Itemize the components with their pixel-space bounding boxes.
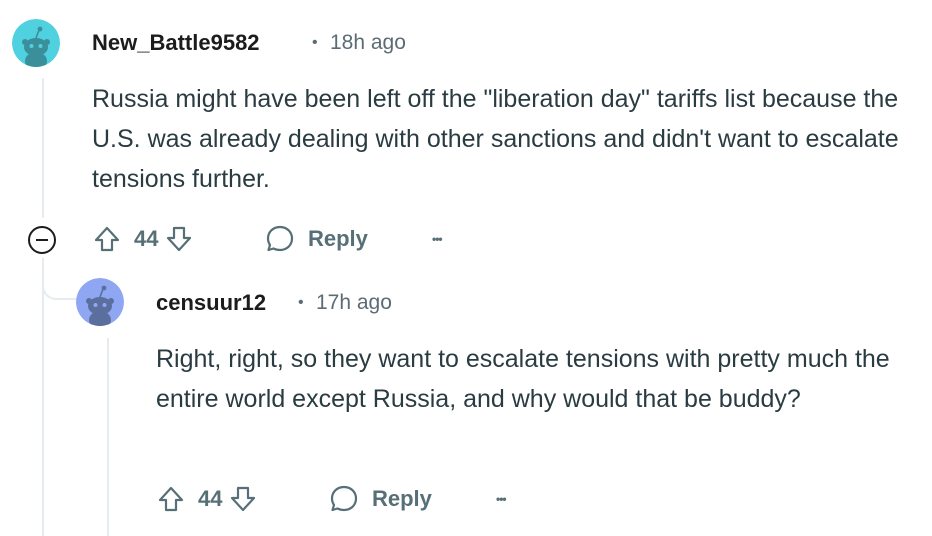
reply-button[interactable]: Reply: [328, 482, 432, 516]
downvote-icon[interactable]: [164, 224, 194, 254]
speech-bubble-icon: [264, 223, 296, 255]
upvote-icon[interactable]: [156, 484, 186, 514]
vote-count: 44: [198, 486, 223, 511]
thread-line-parent: [42, 78, 44, 218]
upvote-icon[interactable]: [92, 224, 122, 254]
timestamp[interactable]: 17h ago: [316, 291, 392, 315]
vote-count: 44: [134, 226, 159, 251]
thread-line-child: [107, 338, 109, 536]
vote-bar: 44: [156, 482, 258, 516]
downvote-icon[interactable]: [228, 484, 258, 514]
avatar[interactable]: [76, 278, 124, 326]
thread-line-parent-lower: [42, 258, 44, 536]
thread-connector: [42, 262, 78, 300]
speech-bubble-icon: [328, 483, 360, 515]
meta-separator: •: [312, 34, 318, 51]
reply-button[interactable]: Reply: [264, 222, 368, 256]
more-options-icon: •••: [432, 232, 443, 246]
username[interactable]: censuur12: [156, 290, 266, 316]
comment-body: Right, right, so they want to escalate t…: [156, 345, 890, 413]
more-options-button[interactable]: •••: [432, 222, 443, 256]
collapse-thread-icon: [36, 239, 48, 241]
avatar[interactable]: [12, 19, 60, 67]
more-options-icon: •••: [496, 492, 507, 506]
collapse-thread-button[interactable]: [28, 226, 56, 254]
vote-bar: 44: [92, 222, 194, 256]
reply-label: Reply: [372, 486, 432, 511]
reply-label: Reply: [308, 226, 368, 251]
more-options-button[interactable]: •••: [496, 482, 507, 516]
timestamp[interactable]: 18h ago: [330, 31, 406, 55]
username[interactable]: New_Battle9582: [92, 30, 260, 56]
meta-separator: •: [298, 294, 304, 311]
comment-body: Russia might have been left off the "lib…: [92, 85, 899, 193]
